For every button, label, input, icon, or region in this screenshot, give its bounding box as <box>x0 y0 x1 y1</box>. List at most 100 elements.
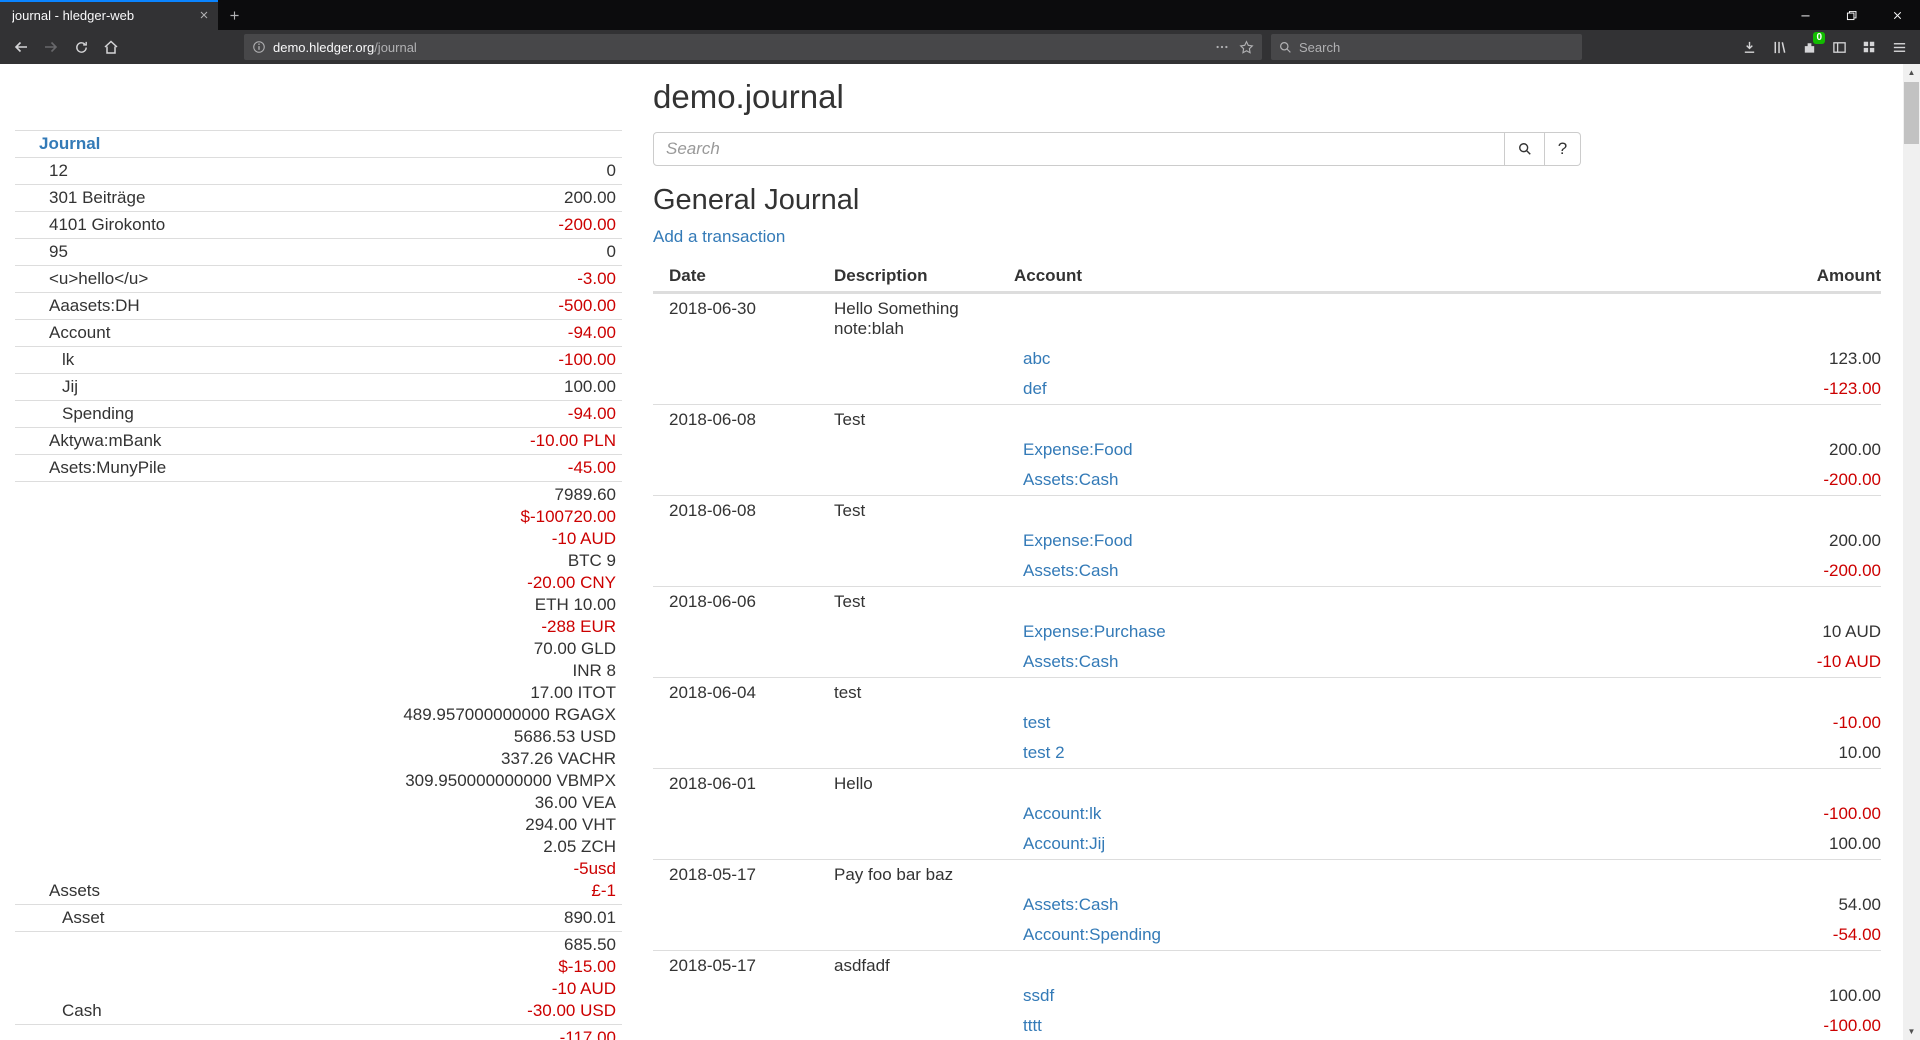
sidebar-account-name[interactable]: 95 <box>15 241 68 263</box>
journal-search-button[interactable] <box>1505 132 1545 166</box>
sidebars-button[interactable] <box>1824 32 1854 62</box>
balance-amount: 200.00 <box>564 187 616 209</box>
balance-amount: -94.00 <box>568 403 616 425</box>
posting-account-cell: Expense:Food <box>998 526 1621 556</box>
firefox-window: journal - hledger-web <box>0 0 1920 1040</box>
balance-amount: 890.01 <box>564 907 616 929</box>
navigation-toolbar: demo.hledger.org /journal Search <box>0 30 1920 64</box>
back-button[interactable] <box>6 32 36 62</box>
window-close-button[interactable] <box>1874 0 1920 30</box>
browser-tab[interactable]: journal - hledger-web <box>0 0 218 30</box>
balance-amount: 2.05 ZCH <box>403 836 616 858</box>
posting-account-cell: def <box>998 374 1621 404</box>
balance-amount: $-15.00 <box>527 956 616 978</box>
account-link[interactable]: Account:lk <box>1023 804 1101 823</box>
search-help-button[interactable]: ? <box>1545 132 1581 166</box>
tx-spacer <box>998 768 1621 799</box>
journal-table: Date Description Account Amount 2018-06-… <box>653 261 1881 1040</box>
account-link[interactable]: Assets:Cash <box>1023 561 1118 580</box>
balance-amount: 17.00 ITOT <box>403 682 616 704</box>
posting-spacer <box>653 617 818 647</box>
posting-account-cell: test 2 <box>998 738 1621 768</box>
search-help-label: ? <box>1558 139 1567 159</box>
account-link[interactable]: Expense:Food <box>1023 440 1133 459</box>
account-link[interactable]: Assets:Cash <box>1023 652 1118 671</box>
posting-account-cell: Assets:Cash <box>998 890 1621 920</box>
new-tab-button[interactable] <box>218 0 250 30</box>
sidebar-account-name[interactable]: Spending <box>15 403 134 425</box>
sidebar-account-name[interactable]: 301 Beiträge <box>15 187 145 209</box>
sidebar-account-name[interactable]: Account <box>15 322 110 344</box>
account-link[interactable]: Expense:Food <box>1023 531 1133 550</box>
scroll-up-arrow[interactable]: ▲ <box>1903 64 1920 81</box>
posting-amount: 200.00 <box>1621 526 1881 556</box>
page-actions-icon[interactable] <box>1215 40 1229 54</box>
sidebar-account-name[interactable]: Aaasets:DH <box>15 295 140 317</box>
account-link[interactable]: tttt <box>1023 1016 1042 1035</box>
posting-account-cell: test <box>998 708 1621 738</box>
sidebar-account-balances: -100.00 <box>558 349 616 371</box>
screenshots-button[interactable] <box>1854 32 1884 62</box>
downloads-button[interactable] <box>1734 32 1764 62</box>
account-link[interactable]: Account:Jij <box>1023 834 1105 853</box>
tx-description: Test <box>818 495 998 526</box>
account-link[interactable]: test <box>1023 713 1050 732</box>
tx-spacer <box>1621 768 1881 799</box>
sidebar-account-balances: 200.00 <box>564 187 616 209</box>
account-link[interactable]: Assets:Cash <box>1023 470 1118 489</box>
home-button[interactable] <box>96 32 126 62</box>
library-button[interactable] <box>1764 32 1794 62</box>
account-link[interactable]: test 2 <box>1023 743 1065 762</box>
account-link[interactable]: Expense:Purchase <box>1023 622 1166 641</box>
posting-amount: 100.00 <box>1621 829 1881 859</box>
journal-search-input[interactable] <box>653 132 1505 166</box>
posting-spacer <box>818 647 998 677</box>
url-bar[interactable]: demo.hledger.org /journal <box>244 34 1262 60</box>
account-link[interactable]: abc <box>1023 349 1050 368</box>
scroll-down-arrow[interactable]: ▼ <box>1903 1023 1920 1040</box>
balance-amount: 337.26 VACHR <box>403 748 616 770</box>
posting-spacer <box>653 526 818 556</box>
scrollbar-thumb[interactable] <box>1904 82 1919 144</box>
site-info-icon[interactable] <box>252 40 266 54</box>
sidebar-journal-link[interactable]: Journal <box>15 133 100 155</box>
balance-amount: 100.00 <box>564 376 616 398</box>
sidebar-account-balances: 7989.60$-100720.00-10 AUDBTC 9-20.00 CNY… <box>403 484 616 902</box>
sidebar-account-balances: 890.01 <box>564 907 616 929</box>
sidebar-account-name[interactable]: Cash <box>15 1000 102 1022</box>
forward-button[interactable] <box>36 32 66 62</box>
account-link[interactable]: def <box>1023 379 1047 398</box>
account-link[interactable]: Assets:Cash <box>1023 895 1118 914</box>
reload-button[interactable] <box>66 32 96 62</box>
sidebar-account-name[interactable]: Asset <box>15 907 105 929</box>
vertical-scrollbar[interactable]: ▲ ▼ <box>1903 64 1920 1040</box>
posting-spacer <box>818 556 998 586</box>
tab-close-icon[interactable] <box>198 9 210 21</box>
sidebar-account-name[interactable]: Aktywa:mBank <box>15 430 161 452</box>
sidebar-account-name[interactable]: Jij <box>15 376 78 398</box>
extension-button[interactable]: 0 <box>1794 32 1824 62</box>
account-link[interactable]: ssdf <box>1023 986 1054 1005</box>
sidebar-account-name[interactable]: <u>hello</u> <box>15 268 148 290</box>
tx-spacer <box>1621 495 1881 526</box>
sidebar-account-name[interactable]: Asets:MunyPile <box>15 457 166 479</box>
col-header-description: Description <box>818 261 998 293</box>
sidebar-account-name[interactable]: 12 <box>15 160 68 182</box>
tx-description: Pay foo bar baz <box>818 859 998 890</box>
window-minimize-button[interactable] <box>1782 0 1828 30</box>
tx-spacer <box>1621 677 1881 708</box>
add-transaction-link[interactable]: Add a transaction <box>653 227 785 247</box>
window-restore-button[interactable] <box>1828 0 1874 30</box>
posting-spacer <box>653 374 818 404</box>
posting-amount: 10 AUD <box>1621 617 1881 647</box>
balance-amount: 70.00 GLD <box>403 638 616 660</box>
sidebar-account-name[interactable]: Assets <box>15 880 100 902</box>
sidebar-account-name[interactable]: lk <box>15 349 74 371</box>
sidebar-account-name[interactable]: 4101 Girokonto <box>15 214 165 236</box>
sidebar-account-row: Aktywa:mBank-10.00 PLN <box>15 427 622 454</box>
bookmark-star-icon[interactable] <box>1239 40 1254 55</box>
menu-button[interactable] <box>1884 32 1914 62</box>
account-link[interactable]: Account:Spending <box>1023 925 1161 944</box>
tx-spacer <box>1621 586 1881 617</box>
browser-search-bar[interactable]: Search <box>1271 34 1582 60</box>
